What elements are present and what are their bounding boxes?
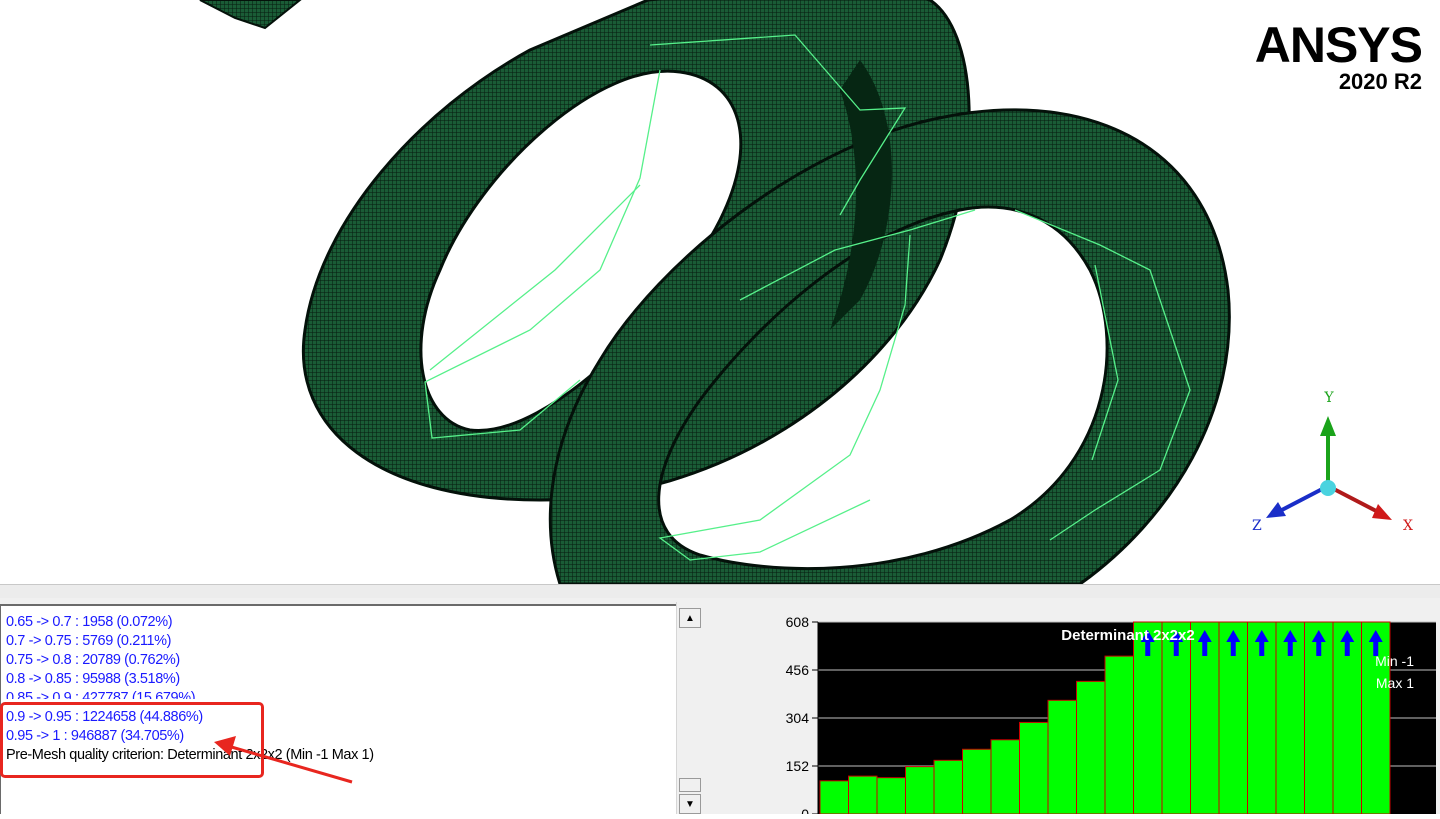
x-axis-arrow bbox=[1372, 504, 1392, 520]
z-axis-label: Z bbox=[1252, 518, 1262, 534]
triangle-up-icon: ▲ bbox=[685, 612, 695, 624]
histogram-bar bbox=[990, 739, 1020, 815]
x-axis-line bbox=[1327, 484, 1383, 516]
y-tick-label: 0 bbox=[801, 806, 809, 814]
message-scrollbar[interactable]: ▲ ▼ bbox=[676, 602, 705, 814]
x-axis-label: X bbox=[1403, 518, 1413, 534]
y-axis-label: Y bbox=[1323, 390, 1334, 406]
histogram-bar bbox=[876, 777, 906, 815]
overflow-arrow-shaft bbox=[1145, 642, 1151, 656]
mesh-model bbox=[199, 0, 1231, 584]
annotation-arrow bbox=[214, 736, 353, 784]
y-tick-label: 456 bbox=[786, 662, 810, 678]
y-tick-label: 304 bbox=[786, 710, 810, 726]
overflow-arrow-shaft bbox=[1287, 642, 1293, 656]
triangle-down-icon: ▼ bbox=[685, 798, 695, 810]
histogram-bar bbox=[1019, 721, 1049, 815]
ansys-logo: ANSYS 2020 R2 bbox=[1254, 17, 1423, 94]
overflow-arrow-shaft bbox=[1344, 642, 1350, 656]
histogram-bar bbox=[933, 759, 963, 815]
message-line: 0.85 -> 0.9 : 427787 (15.679%) bbox=[6, 690, 196, 699]
overflow-arrow-shaft bbox=[1202, 642, 1208, 656]
histogram-bar bbox=[905, 766, 935, 815]
histogram-bar bbox=[848, 775, 878, 815]
message-line: 0.8 -> 0.85 : 95988 (3.518%) bbox=[6, 671, 180, 687]
overflow-arrow-shaft bbox=[1316, 642, 1322, 656]
histogram-bar bbox=[1047, 699, 1077, 815]
overflow-arrow-shaft bbox=[1259, 642, 1265, 656]
y-axis-arrow bbox=[1320, 416, 1336, 436]
bottom-panel: 0.65 -> 0.7 : 1958 (0.072%) 0.7 -> 0.75 … bbox=[0, 598, 1440, 819]
graphics-viewport[interactable]: ANSYS 2020 R2 Y X Z bbox=[0, 0, 1440, 584]
chart-title: Determinant 2x2x2 bbox=[1061, 627, 1194, 644]
y-tick-label: 608 bbox=[786, 614, 810, 630]
overflow-arrow-shaft bbox=[1230, 642, 1236, 656]
panel-splitter[interactable] bbox=[0, 584, 1440, 598]
chart-annotation: Min -1 bbox=[1375, 653, 1414, 669]
logo-version: 2020 R2 bbox=[1338, 69, 1422, 94]
message-line: 0.65 -> 0.7 : 1958 (0.072%) bbox=[6, 614, 173, 630]
message-line: 0.75 -> 0.8 : 20789 (0.762%) bbox=[6, 652, 180, 668]
logo-name: ANSYS bbox=[1254, 17, 1423, 73]
scroll-up-button[interactable]: ▲ bbox=[679, 608, 701, 628]
axis-triad: Y X Z bbox=[1252, 390, 1413, 534]
y-tick-label: 152 bbox=[786, 758, 810, 774]
coil-segment-top-left bbox=[199, 0, 302, 30]
message-line: 0.7 -> 0.75 : 5769 (0.211%) bbox=[6, 633, 172, 649]
histogram-bar bbox=[819, 780, 849, 815]
triad-origin bbox=[1320, 480, 1336, 496]
quality-histogram: 0 152 304 456 608 Determinant 2x2x2 Min -1 Max … bbox=[718, 598, 1440, 819]
histogram-bar bbox=[1076, 680, 1106, 815]
histogram-bar bbox=[962, 748, 992, 815]
scroll-down-button[interactable]: ▼ bbox=[679, 794, 701, 814]
chart-annotation: Max 1 bbox=[1376, 675, 1414, 691]
histogram-chart: 0 152 304 456 608 Determinant 2x2x2 Min -1 Max … bbox=[786, 614, 1436, 819]
histogram-bar bbox=[1104, 655, 1134, 815]
scroll-thumb[interactable] bbox=[679, 778, 701, 792]
overflow-arrow-shaft bbox=[1173, 642, 1179, 656]
